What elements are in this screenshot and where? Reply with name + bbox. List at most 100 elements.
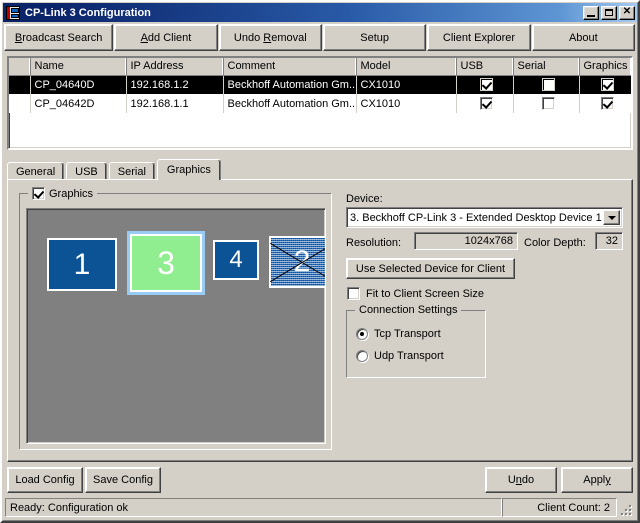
- device-select-value: 3. Beckhoff CP-Link 3 - Extended Desktop…: [350, 211, 602, 224]
- usb-checkbox[interactable]: [480, 97, 493, 110]
- tab-general[interactable]: General: [7, 162, 65, 180]
- broadcast-search-button[interactable]: Broadcast Search: [4, 24, 114, 51]
- column-header-usb[interactable]: USB: [456, 58, 514, 76]
- graphics-enable-checkbox[interactable]: [32, 187, 45, 200]
- maximize-button[interactable]: [601, 5, 617, 20]
- serial-checkbox[interactable]: [541, 78, 555, 92]
- tcp-transport-option[interactable]: Tcp Transport: [356, 328, 441, 340]
- cell-graphics[interactable]: [579, 94, 631, 113]
- client-explorer-button[interactable]: Client Explorer: [427, 24, 531, 51]
- graphics-group-title[interactable]: Graphics: [28, 187, 98, 200]
- tcp-transport-radio[interactable]: [356, 328, 368, 340]
- tab-strip: General USB Serial Graphics: [7, 159, 633, 180]
- load-config-label: Load Config: [15, 474, 75, 486]
- resolution-label: Resolution:: [346, 237, 402, 249]
- device-select[interactable]: 3. Beckhoff CP-Link 3 - Extended Desktop…: [346, 207, 623, 228]
- monitor-4-number: 4: [229, 246, 243, 273]
- undo-button[interactable]: Undo: [485, 467, 557, 493]
- row-marker: [9, 75, 31, 94]
- cell-ip: 192.168.1.2: [126, 75, 224, 94]
- column-header-comment[interactable]: Comment: [223, 58, 357, 76]
- status-bar: Ready: Configuration ok Client Count: 2: [5, 498, 635, 517]
- connection-settings-title: Connection Settings: [355, 304, 462, 316]
- chevron-down-icon[interactable]: [603, 210, 620, 225]
- monitor-box-1[interactable]: 1: [47, 238, 117, 291]
- column-header-model[interactable]: Model: [356, 58, 457, 76]
- color-depth-value: 32: [595, 232, 623, 250]
- close-button[interactable]: ✕: [619, 5, 635, 20]
- monitor-box-4[interactable]: 4: [213, 240, 259, 280]
- add-client-button[interactable]: Add Client: [114, 24, 218, 51]
- column-header-serial[interactable]: Serial: [513, 58, 580, 76]
- setup-button[interactable]: Setup: [322, 24, 427, 51]
- monitor-3-number: 3: [157, 245, 175, 281]
- table-row[interactable]: CP_04640D 192.168.1.2 Beckhoff Automatio…: [9, 75, 631, 94]
- minimize-button[interactable]: [583, 5, 599, 20]
- serial-checkbox[interactable]: [541, 97, 555, 110]
- apply-button[interactable]: Apply: [561, 467, 633, 493]
- save-config-button[interactable]: Save Config: [85, 467, 161, 493]
- table-row[interactable]: CP_04642D 192.168.1.1 Beckhoff Automatio…: [9, 94, 631, 113]
- column-header-rowmark[interactable]: [9, 58, 31, 76]
- main-toolbar: Broadcast Search Add Client Undo Removal…: [4, 24, 636, 51]
- cell-comment: Beckhoff Automation Gm...: [223, 75, 357, 94]
- client-table: Name IP Address Comment Model USB Serial…: [9, 58, 631, 113]
- cell-serial[interactable]: [513, 75, 580, 94]
- monitor-arrangement-preview[interactable]: 1 3 4 2: [26, 208, 326, 444]
- monitor-box-3[interactable]: 3: [127, 231, 205, 295]
- cell-name: CP_04640D: [30, 75, 127, 94]
- graphics-checkbox[interactable]: [600, 78, 614, 92]
- cell-graphics[interactable]: [579, 75, 631, 94]
- udp-transport-option[interactable]: Udp Transport: [356, 350, 444, 362]
- udp-transport-radio[interactable]: [356, 350, 368, 362]
- tab-graphics[interactable]: Graphics: [156, 159, 221, 180]
- bottom-button-bar: Load Config Save Config Undo Apply: [7, 465, 633, 495]
- undo-removal-button[interactable]: Undo Removal: [218, 24, 322, 51]
- title-bar[interactable]: CP-Link 3 Configuration ✕: [3, 3, 637, 22]
- table-header-row: Name IP Address Comment Model USB Serial…: [9, 58, 631, 76]
- use-selected-device-button[interactable]: Use Selected Device for Client: [346, 258, 515, 279]
- cell-usb[interactable]: [456, 94, 514, 113]
- column-header-ip[interactable]: IP Address: [126, 58, 224, 76]
- application-window: CP-Link 3 Configuration ✕ Broadcast Sear…: [0, 0, 640, 523]
- graphics-tab-page: Graphics 1 3 4 2 Device: 3. Beckhoff CP-…: [7, 179, 633, 462]
- color-depth-label: Color Depth:: [524, 237, 586, 249]
- load-config-button[interactable]: Load Config: [7, 467, 83, 493]
- about-button[interactable]: About: [531, 24, 636, 51]
- fit-to-client-screen-row[interactable]: Fit to Client Screen Size: [347, 287, 484, 300]
- cell-model: CX1010: [356, 94, 457, 113]
- column-header-name[interactable]: Name: [30, 58, 127, 76]
- cell-usb[interactable]: [456, 75, 514, 94]
- monitor-box-2-disabled[interactable]: 2: [269, 236, 325, 288]
- window-controls: ✕: [583, 5, 635, 20]
- resolution-value: 1024x768: [414, 232, 518, 250]
- status-message: Ready: Configuration ok: [5, 498, 502, 517]
- graphics-group-label: Graphics: [49, 187, 94, 200]
- cell-comment: Beckhoff Automation Gm...: [223, 94, 357, 113]
- cell-model: CX1010: [356, 75, 457, 94]
- close-icon: ✕: [622, 5, 632, 17]
- tab-serial[interactable]: Serial: [108, 162, 155, 180]
- graphics-checkbox[interactable]: [600, 97, 614, 110]
- client-list[interactable]: Name IP Address Comment Model USB Serial…: [7, 56, 633, 150]
- udp-transport-label: Udp Transport: [374, 350, 444, 362]
- tcp-transport-label: Tcp Transport: [374, 328, 441, 340]
- save-config-label: Save Config: [93, 474, 153, 486]
- monitor-1-number: 1: [73, 247, 91, 281]
- connection-settings-groupbox: Connection Settings: [346, 304, 486, 378]
- client-count: Client Count: 2: [502, 498, 617, 517]
- row-marker: [9, 94, 31, 113]
- tab-usb[interactable]: USB: [66, 162, 107, 180]
- cell-name: CP_04642D: [30, 94, 127, 113]
- device-label: Device:: [346, 193, 383, 205]
- cell-serial[interactable]: [513, 94, 580, 113]
- fit-to-screen-checkbox[interactable]: [347, 287, 360, 300]
- cell-ip: 192.168.1.1: [126, 94, 224, 113]
- resize-grip-icon[interactable]: [619, 501, 633, 515]
- fit-to-screen-label: Fit to Client Screen Size: [366, 287, 484, 300]
- window-title: CP-Link 3 Configuration: [25, 6, 151, 19]
- column-header-graphics[interactable]: Graphics: [579, 58, 631, 76]
- cplink-app-icon: [5, 5, 21, 21]
- usb-checkbox[interactable]: [480, 78, 493, 92]
- use-selected-device-label: Use Selected Device for Client: [355, 262, 506, 275]
